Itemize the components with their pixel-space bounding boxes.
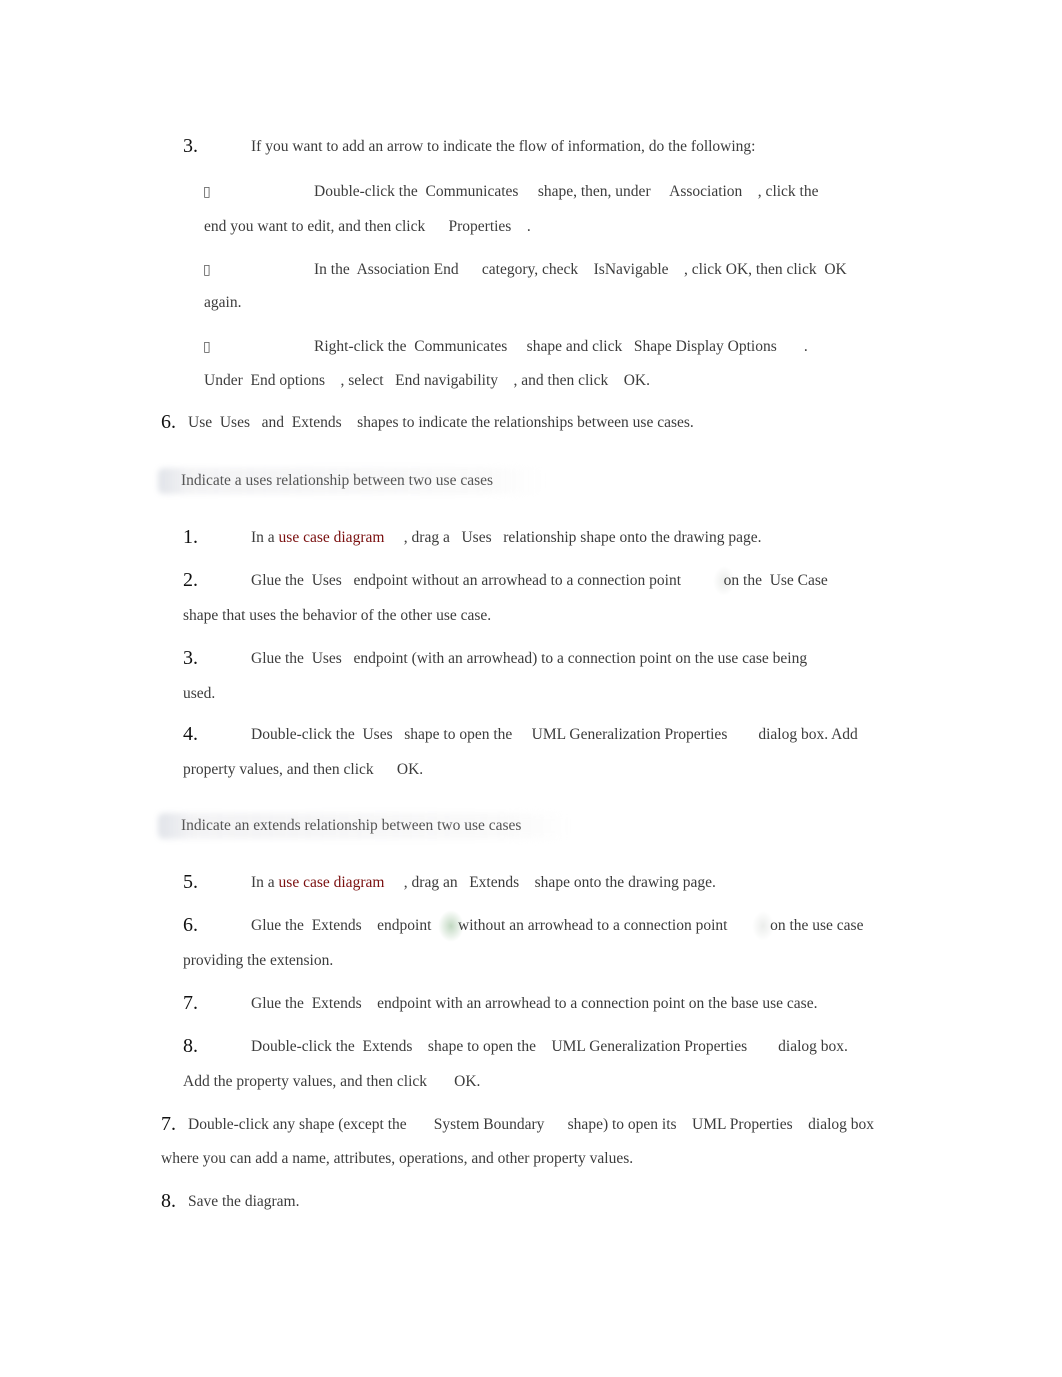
bullet-text-line: Right-click the Communicates shape and c… <box>314 338 808 355</box>
list-number: 8. <box>183 1035 198 1057</box>
step-text: If you want to add an arrow to indicate … <box>251 138 756 155</box>
step-text: Glue the Uses endpoint (with an arrowhea… <box>251 650 808 667</box>
bullet-icon: ▯ <box>203 184 211 200</box>
step-text-pre: In a <box>251 529 279 546</box>
bullet-text-line: In the Association End category, check I… <box>314 261 847 278</box>
list-number: 6. <box>183 914 198 936</box>
list-number: 3. <box>183 647 198 669</box>
step-text: Add the property values, and then click … <box>183 1073 481 1090</box>
list-number: 7. <box>161 1113 176 1135</box>
bullet-text-line: again. <box>204 294 242 311</box>
use-case-diagram-link[interactable]: use case diagram <box>279 874 385 891</box>
step-text: property values, and then click OK. <box>183 761 424 778</box>
list-number: 7. <box>183 992 198 1014</box>
section-heading: Indicate a uses relationship between two… <box>181 472 494 489</box>
step-text: without an arrowhead to a connection poi… <box>458 917 864 934</box>
step-text: where you can add a name, attributes, op… <box>161 1150 634 1167</box>
list-number: 6. <box>161 411 176 433</box>
step-text: In a use case diagram , drag an Extends … <box>251 873 716 893</box>
bullet-text-line: Under End options , select End navigabil… <box>204 372 650 389</box>
step-text: Save the diagram. <box>188 1193 300 1210</box>
bullet-icon: ▯ <box>203 339 211 355</box>
step-text: In a use case diagram , drag a Uses rela… <box>251 528 762 548</box>
list-number: 8. <box>161 1190 176 1212</box>
section-heading: Indicate an extends relationship between… <box>181 817 522 834</box>
step-text: Use Uses and Extends shapes to indicate … <box>188 414 694 431</box>
bullet-icon: ▯ <box>203 262 211 278</box>
step-text: Glue the Extends endpoint <box>251 917 432 934</box>
step-text-post: , drag a Uses relationship shape onto th… <box>384 529 762 546</box>
step-text: providing the extension. <box>183 952 334 969</box>
list-number: 5. <box>183 871 198 893</box>
step-text-pre: In a <box>251 874 279 891</box>
step-text: Double-click the Extends shape to open t… <box>251 1038 848 1055</box>
step-text: used. <box>183 685 216 702</box>
bullet-text-line: Double-click the Communicates shape, the… <box>314 183 819 200</box>
step-text-post: , drag an Extends shape onto the drawing… <box>384 874 716 891</box>
step-text: Glue the Extends endpoint with an arrowh… <box>251 995 818 1012</box>
use-case-diagram-link[interactable]: use case diagram <box>279 529 385 546</box>
list-number: 2. <box>183 569 198 591</box>
step-text: Glue the Uses endpoint without an arrowh… <box>251 572 828 589</box>
step-text: Double-click any shape (except the Syste… <box>188 1116 875 1133</box>
list-number: 1. <box>183 526 198 548</box>
bullet-text-line: end you want to edit, and then click Pro… <box>204 218 531 235</box>
step-text: shape that uses the behavior of the othe… <box>183 607 492 624</box>
step-text: Double-click the Uses shape to open the … <box>251 726 858 743</box>
list-number: 3. <box>183 135 198 157</box>
list-number: 4. <box>183 723 198 745</box>
